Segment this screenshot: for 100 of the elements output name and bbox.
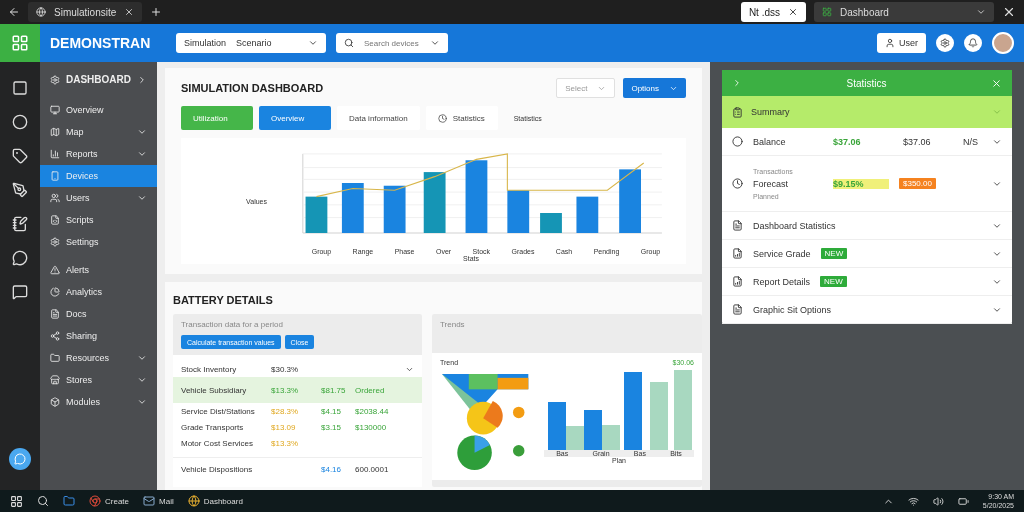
table-cell-text: Grade Transports: [181, 422, 245, 432]
globe-icon: [36, 7, 46, 17]
row-label: Forecast: [753, 178, 789, 189]
chart-bar: [619, 169, 641, 233]
notifications-button[interactable]: [964, 34, 982, 52]
table-cell-text: $30.3%: [271, 364, 300, 374]
avatar[interactable]: [992, 32, 1014, 54]
table-row[interactable]: Grade Transports $13.09 $3.15 $130000: [173, 419, 422, 435]
chat-icon: [12, 250, 28, 266]
sidebar-item[interactable]: Users: [40, 187, 157, 209]
sidebar-item[interactable]: Alerts: [40, 259, 157, 281]
sidebar-item[interactable]: Devices: [40, 165, 157, 187]
chart-bar: [423, 172, 446, 233]
tag-icon: [12, 148, 28, 164]
folder-icon: [63, 495, 75, 507]
browser-tab[interactable]: Simulationsite: [28, 2, 143, 22]
taskbar-app[interactable]: Dashboard: [187, 495, 243, 507]
row-value: $37.06: [833, 136, 862, 147]
sidebar-title: DASHBOARD: [66, 74, 131, 85]
table-cell-text: Motor Cost Services: [181, 438, 255, 448]
panel-title: Statistics: [846, 77, 887, 89]
close-icon: [788, 7, 798, 17]
scenario-select[interactable]: Simulation Scenario: [176, 33, 326, 53]
chart-bar: [540, 213, 562, 233]
row-label: Dashboard Statistics: [753, 220, 837, 231]
menu-item-icon: [50, 149, 60, 159]
table-cell-text: Service Dist/Stations: [181, 406, 256, 416]
speaker-icon: [932, 495, 944, 507]
chevron-icon: [137, 353, 147, 363]
table-cell-text: $130000: [355, 422, 388, 432]
chart-bar: [305, 196, 328, 233]
sidebar-item[interactable]: Scripts: [40, 209, 157, 231]
table-row[interactable]: Motor Cost Services $13.3%: [173, 435, 422, 451]
message-icon: [12, 284, 28, 300]
table-cell-text: $13.3%: [271, 385, 300, 395]
menu-item-icon: [50, 215, 60, 225]
menu-item-icon: [50, 353, 60, 363]
view-tab[interactable]: Statistics: [425, 106, 498, 130]
caret-icon: [308, 38, 318, 48]
app-launcher[interactable]: [0, 24, 40, 62]
menu-item-icon: [50, 375, 60, 385]
sidebar-item[interactable]: Analytics: [40, 281, 157, 303]
table-row[interactable]: Stock Inventory $30.3%: [173, 361, 422, 377]
view-tab[interactable]: Overview: [259, 106, 331, 130]
app-logo: DEMONSTRAN: [50, 35, 152, 51]
summary-label: Summary: [751, 107, 791, 117]
table-row[interactable]: Vehicle Subsidiary $13.3% $81.75 Ordered: [173, 377, 422, 403]
settings-button[interactable]: [936, 34, 954, 52]
menu-item-icon: [50, 237, 60, 247]
sidebar-item[interactable]: Map: [40, 121, 157, 143]
taskbar-app[interactable]: Mail: [143, 495, 174, 507]
table-cell-text: Vehicle Subsidiary: [181, 385, 248, 395]
menu-item-icon: [50, 331, 60, 341]
browser-icon: [89, 495, 101, 507]
table-cell-text: Stock Inventory: [181, 364, 238, 374]
sidebar-item[interactable]: Docs: [40, 303, 157, 325]
chevron-icon: [992, 107, 1002, 117]
sidebar-item[interactable]: Stores: [40, 369, 157, 391]
circle-icon: [12, 114, 28, 130]
browser-tab[interactable]: Nt .dss: [740, 2, 806, 22]
wifi-icon: [907, 495, 919, 507]
view-tab[interactable]: Data information: [337, 106, 420, 130]
taskbar-app[interactable]: Create: [89, 495, 129, 507]
chevron-icon: [137, 397, 147, 407]
caret-icon: [430, 38, 440, 48]
sidebar-item[interactable]: Reports: [40, 143, 157, 165]
sidebar-item[interactable]: Resources: [40, 347, 157, 369]
globe-icon: [187, 495, 200, 507]
table-cell-text: 600.0001: [355, 465, 390, 474]
table-cell-text: $28.3%: [271, 406, 300, 416]
sidebar-item[interactable]: Sharing: [40, 325, 157, 347]
table-cell-text: $13.09: [271, 422, 297, 432]
table-cell-text: $3.15: [321, 422, 343, 432]
user-icon: [885, 38, 895, 48]
sidebar-item[interactable]: Settings: [40, 231, 157, 253]
settings-icon: [940, 38, 950, 48]
bell-icon: [968, 38, 978, 48]
chart-bar: [341, 183, 364, 233]
row-label: Report Details: [753, 276, 811, 287]
window-icon: [12, 80, 28, 96]
chart-bar: [383, 185, 406, 233]
new-badge: NEW: [820, 276, 847, 287]
browser-tab[interactable]: Dashboard: [814, 2, 994, 22]
section-title: BATTERY DETAILS: [173, 294, 274, 306]
sidebar-item[interactable]: Overview: [40, 99, 157, 121]
sidebar-item[interactable]: Modules: [40, 391, 157, 413]
row-amount: $37.06: [903, 136, 932, 147]
table-row[interactable]: Service Dist/Stations $28.3% $4.15 $2038.44: [173, 403, 422, 419]
clock-icon: [732, 178, 743, 189]
back-icon: [8, 6, 20, 18]
chart-bar: [507, 190, 530, 233]
report-icon: [732, 248, 743, 259]
user-button[interactable]: User: [877, 33, 926, 53]
search-field[interactable]: Search devices: [336, 33, 448, 53]
tab-title: Nt .dss: [748, 6, 780, 18]
options-button[interactable]: Options: [623, 78, 686, 98]
menu-item-icon: [50, 171, 60, 181]
table-cell-text: $4.15: [321, 406, 343, 416]
help-button[interactable]: [9, 448, 31, 470]
windows-start-icon: [10, 494, 23, 508]
